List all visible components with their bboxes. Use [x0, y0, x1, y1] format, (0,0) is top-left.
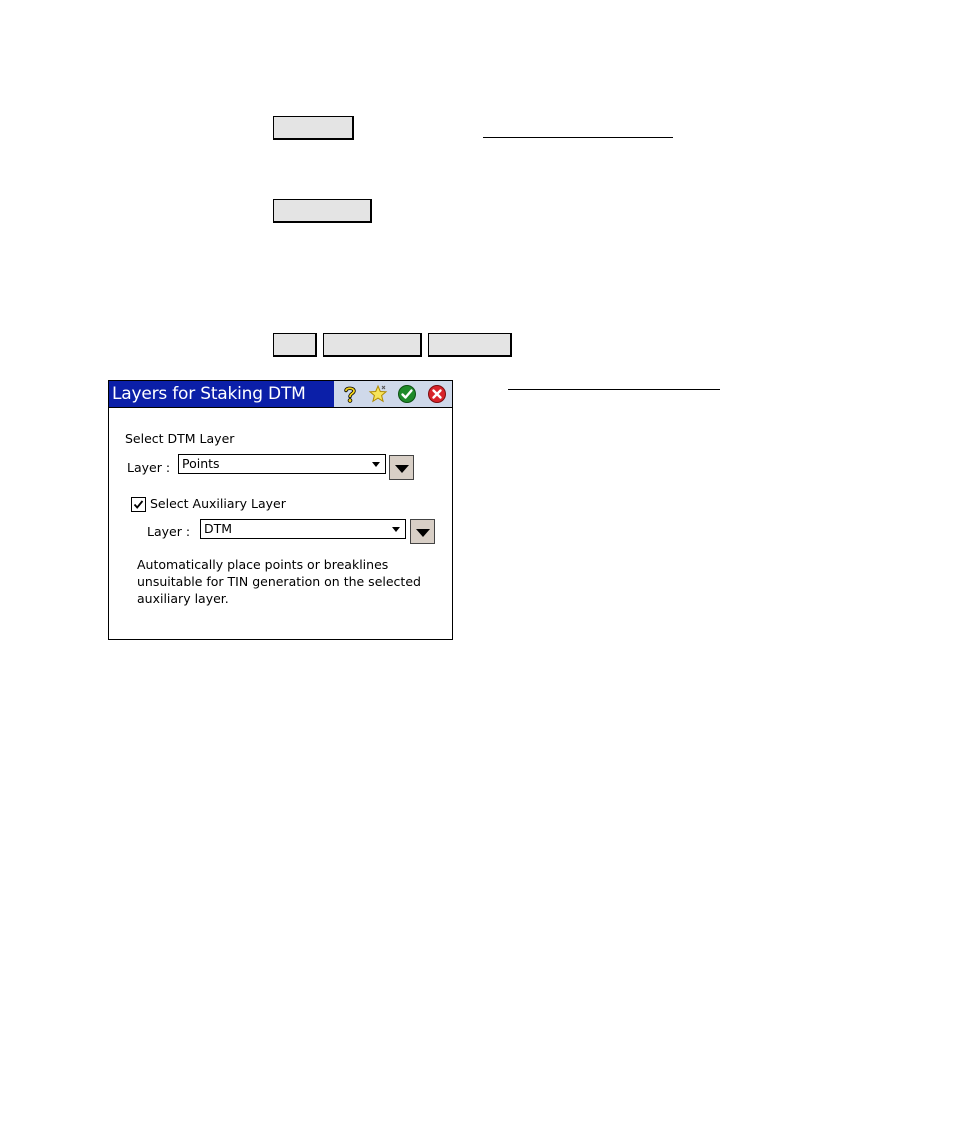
dtm-layer-dropdown-button[interactable]	[389, 455, 414, 480]
ok-check-icon[interactable]	[397, 384, 417, 404]
aux-layer-value: DTM	[204, 521, 233, 536]
chevron-down-icon	[392, 527, 400, 532]
aux-layer-dropdown-button[interactable]	[410, 519, 435, 544]
aux-layer-checkbox[interactable]	[131, 497, 146, 512]
triangle-down-icon	[416, 529, 430, 537]
triangle-down-icon	[395, 465, 409, 473]
softkey-button-5[interactable]	[428, 333, 512, 357]
close-icon[interactable]	[427, 384, 447, 404]
underline-blank-2	[508, 389, 720, 390]
softkey-button-4[interactable]	[323, 333, 422, 357]
softkey-button-1[interactable]	[273, 116, 354, 140]
softkey-button-2[interactable]	[273, 199, 372, 223]
dialog-title: Layers for Staking DTM	[112, 384, 306, 404]
titlebar-icon-strip	[334, 381, 452, 407]
aux-layer-description: Automatically place points or breaklines…	[137, 557, 421, 606]
dtm-layer-value: Points	[182, 456, 220, 471]
underline-blank-1	[483, 137, 673, 138]
softkey-button-3[interactable]	[273, 333, 317, 357]
dialog-titlebar: Layers for Staking DTM	[109, 381, 452, 408]
dtm-layer-select[interactable]: Points	[178, 454, 386, 474]
chevron-down-icon	[372, 462, 380, 467]
layers-dialog: Layers for Staking DTM Select DTM Layer …	[108, 380, 453, 640]
select-dtm-layer-label: Select DTM Layer	[125, 431, 235, 446]
aux-layer-label: Layer :	[147, 524, 191, 539]
checkmark-icon	[133, 500, 144, 509]
favorite-star-icon[interactable]	[368, 384, 388, 404]
help-icon[interactable]	[340, 384, 360, 404]
aux-layer-checkbox-label[interactable]: Select Auxiliary Layer	[150, 496, 286, 512]
layer-label: Layer :	[127, 460, 171, 475]
aux-layer-select[interactable]: DTM	[200, 519, 406, 539]
